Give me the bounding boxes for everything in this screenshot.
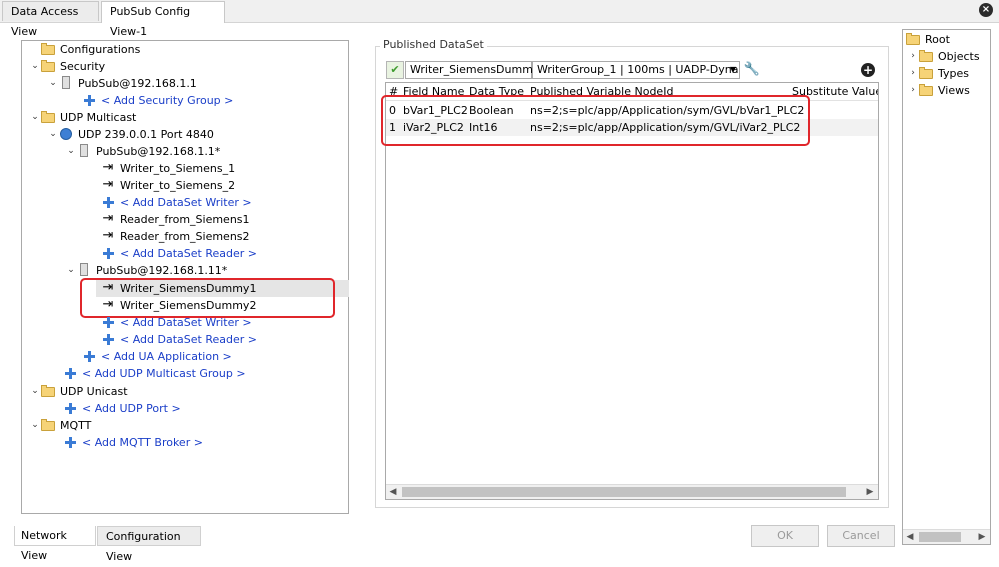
tree-node-pubsub-11[interactable]: ⌄ PubSub@192.168.1.11* <box>66 262 227 279</box>
tab-configuration-view[interactable]: Configuration View <box>97 526 201 563</box>
close-view-icon[interactable]: × <box>979 3 993 17</box>
tab-data-access-view[interactable]: Data Access View <box>2 1 99 38</box>
tree-node-mqtt[interactable]: ⌄ MQTT <box>30 417 91 434</box>
add-udp-multicast-group-link[interactable]: < Add UDP Multicast Group > <box>62 365 246 382</box>
chevron-right-icon[interactable]: › <box>908 48 918 65</box>
scroll-right-icon[interactable]: ▶ <box>975 530 989 544</box>
chevron-down-icon[interactable]: ⌄ <box>30 109 40 126</box>
tree-node-pubsub-1[interactable]: ⌄ PubSub@192.168.1.1* <box>66 143 220 160</box>
chevron-right-icon[interactable]: › <box>908 65 918 82</box>
highlight-box-writers <box>80 278 335 318</box>
tree-node-udp-unicast[interactable]: ⌄ UDP Unicast <box>30 383 128 400</box>
chevron-down-icon[interactable]: ⌄ <box>30 417 40 434</box>
add-udp-port-link[interactable]: < Add UDP Port > <box>62 400 181 417</box>
add-dataset-writer-link-1[interactable]: < Add DataSet Writer > <box>100 194 252 211</box>
cancel-button[interactable]: Cancel <box>827 525 895 547</box>
scroll-thumb[interactable] <box>402 487 846 497</box>
tree-node-writer-2[interactable]: ⇥ Writer_to_Siemens_2 <box>100 177 236 194</box>
chevron-right-icon[interactable]: › <box>908 82 918 99</box>
tree-node-objects[interactable]: › Objects <box>908 48 980 65</box>
folder-icon <box>40 109 56 125</box>
tree-node-udp-multicast[interactable]: ⌄ UDP Multicast <box>30 109 136 126</box>
add-mqtt-broker-link[interactable]: < Add MQTT Broker > <box>62 434 203 451</box>
address-space-panel[interactable] <box>902 29 991 545</box>
plus-icon <box>100 194 116 210</box>
tree-node-types[interactable]: › Types <box>908 65 969 82</box>
folder-icon <box>918 48 934 64</box>
server-icon <box>76 143 92 159</box>
scroll-right-icon[interactable]: ▶ <box>863 485 877 499</box>
reader-arrow-in-icon: ⇥ <box>102 228 114 243</box>
globe-icon <box>58 126 74 142</box>
writer-name-field[interactable]: Writer_SiemensDummy1 <box>405 61 546 79</box>
tree-node-udp-address[interactable]: ⌄ UDP 239.0.0.1 Port 4840 <box>48 126 214 143</box>
chevron-down-icon[interactable]: ⌄ <box>66 262 76 279</box>
tab-network-view[interactable]: Network View <box>14 526 96 562</box>
folder-icon <box>40 58 56 74</box>
add-ua-application-link[interactable]: < Add UA Application > <box>81 348 232 365</box>
writer-arrow-out-icon: ⇥ <box>102 160 114 175</box>
checkmark-icon[interactable]: ✔ <box>386 61 404 79</box>
tree-node-views[interactable]: › Views <box>908 82 970 99</box>
wrench-icon[interactable]: 🔧 <box>743 61 761 79</box>
address-space-horizontal-scrollbar[interactable]: ◀ ▶ <box>903 529 990 544</box>
tree-node-reader-2[interactable]: ⇥ Reader_from_Siemens2 <box>100 228 250 245</box>
tree-node-security[interactable]: ⌄ Security <box>30 58 105 75</box>
add-field-icon[interactable]: + <box>861 63 875 77</box>
folder-icon <box>40 383 56 399</box>
dropdown-arrow-icon: ▼ <box>729 65 736 74</box>
tab-pubsub-config-view[interactable]: PubSub Config View-1 <box>101 1 225 38</box>
plus-icon <box>62 365 78 381</box>
plus-icon <box>62 400 78 416</box>
chevron-down-icon[interactable]: ⌄ <box>66 143 76 160</box>
server-icon <box>76 262 92 278</box>
chevron-down-icon[interactable]: ⌄ <box>48 75 58 92</box>
server-icon <box>58 75 74 91</box>
chevron-down-icon[interactable]: ⌄ <box>48 126 58 143</box>
plus-icon <box>81 348 97 364</box>
plus-icon <box>100 331 116 347</box>
scroll-thumb[interactable] <box>919 532 961 542</box>
folder-icon <box>40 417 56 433</box>
add-dataset-writer-link-2[interactable]: < Add DataSet Writer > <box>100 314 252 331</box>
folder-icon <box>918 82 934 98</box>
writer-arrow-out-icon: ⇥ <box>102 177 114 192</box>
scroll-left-icon[interactable]: ◀ <box>386 485 400 499</box>
add-dataset-reader-link-2[interactable]: < Add DataSet Reader > <box>100 331 257 348</box>
tree-node-configurations[interactable]: Configurations <box>30 41 140 58</box>
tree-node-writer-1[interactable]: ⇥ Writer_to_Siemens_1 <box>100 160 236 177</box>
reader-arrow-in-icon: ⇥ <box>102 211 114 226</box>
published-dataset-label: Published DataSet <box>380 38 487 51</box>
add-security-group-link[interactable]: < Add Security Group > <box>81 92 233 109</box>
view-tab-bar: Data Access View PubSub Config View-1 × <box>0 0 999 38</box>
plus-icon <box>81 92 97 108</box>
tree-node-root[interactable]: Root <box>905 31 950 48</box>
chevron-down-icon[interactable]: ⌄ <box>30 58 40 75</box>
writer-group-select[interactable]: WriterGroup_1 | 100ms | UADP-Dynamic ▼ <box>532 61 740 79</box>
add-dataset-reader-link-1[interactable]: < Add DataSet Reader > <box>100 245 257 262</box>
plus-icon <box>62 434 78 450</box>
folder-icon <box>905 31 921 47</box>
scroll-left-icon[interactable]: ◀ <box>903 530 917 544</box>
tree-node-security-pubsub[interactable]: ⌄ PubSub@192.168.1.1 <box>48 75 197 92</box>
plus-icon <box>100 314 116 330</box>
folder-icon <box>918 65 934 81</box>
plus-icon <box>100 245 116 261</box>
highlight-box-fields <box>381 95 810 146</box>
ok-button[interactable]: OK <box>751 525 819 547</box>
tree-node-reader-1[interactable]: ⇥ Reader_from_Siemens1 <box>100 211 250 228</box>
chevron-down-icon[interactable]: ⌄ <box>30 383 40 400</box>
folder-icon <box>40 41 56 57</box>
grid-horizontal-scrollbar[interactable]: ◀ ▶ <box>386 484 878 499</box>
